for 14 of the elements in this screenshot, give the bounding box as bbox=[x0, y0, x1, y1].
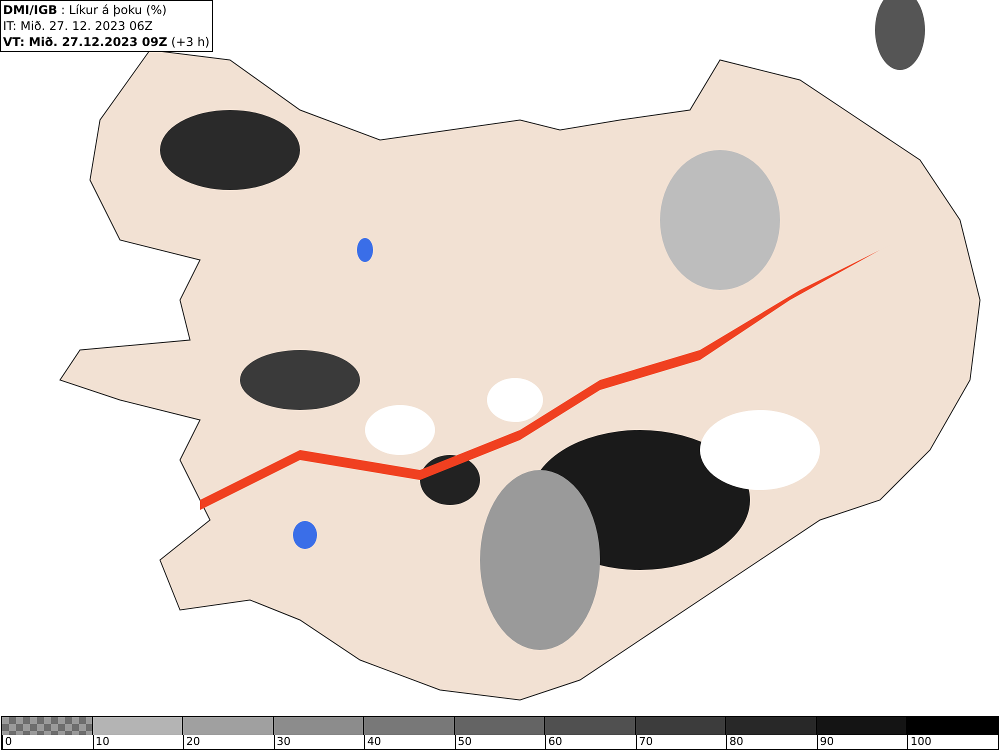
legend-label: 30 bbox=[274, 735, 291, 749]
legend-label: 0 bbox=[2, 735, 12, 749]
legend-label: 60 bbox=[545, 735, 562, 749]
info-text: VT: Mið. 27.12.2023 09Z (+3 h) bbox=[3, 34, 210, 50]
legend-label: 20 bbox=[183, 735, 200, 749]
legend-label: 80 bbox=[726, 735, 744, 749]
legend-label: 100 bbox=[907, 735, 932, 749]
legend-label: 10 bbox=[92, 735, 110, 749]
legend-label: 50 bbox=[454, 735, 472, 749]
legend-label: 90 bbox=[816, 735, 834, 749]
info-text: DMI/IGB : Líkur á þoku (%) bbox=[3, 2, 168, 18]
legend-label: 40 bbox=[364, 735, 382, 749]
info-text: IT: Mið. 27. 12. 2023 06Z bbox=[3, 18, 154, 34]
legend-label: 70 bbox=[636, 735, 653, 749]
